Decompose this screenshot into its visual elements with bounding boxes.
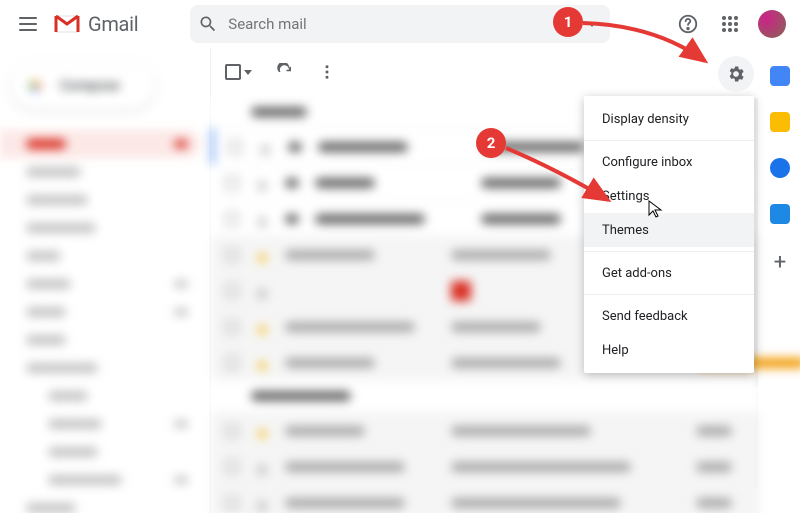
addon-app[interactable]: [770, 204, 790, 224]
menu-help[interactable]: Help: [584, 333, 754, 367]
search-options-icon[interactable]: [588, 22, 596, 27]
checkbox-icon: [225, 64, 241, 80]
message-list-panel: Display density Configure inbox Settings…: [210, 48, 760, 513]
apps-button[interactable]: [710, 4, 750, 44]
refresh-icon: [276, 63, 294, 81]
compose-button[interactable]: Compose: [10, 62, 155, 110]
menu-send-feedback[interactable]: Send feedback: [584, 299, 754, 333]
nav-item[interactable]: [0, 466, 200, 494]
nav-item-inbox[interactable]: [0, 130, 200, 158]
avatar-icon: [758, 10, 786, 38]
menu-configure-inbox[interactable]: Configure inbox: [584, 145, 754, 179]
message-row[interactable]: ☆: [211, 484, 760, 513]
more-vert-icon: [318, 63, 336, 81]
callout-2: 2: [476, 128, 506, 158]
menu-get-addons[interactable]: Get add-ons: [584, 256, 754, 290]
refresh-button[interactable]: [276, 63, 294, 81]
callout-1: 1: [553, 7, 583, 37]
gear-icon: [726, 64, 746, 84]
nav-item[interactable]: [0, 242, 200, 270]
menu-settings[interactable]: Settings: [584, 179, 754, 213]
help-icon: [677, 13, 699, 35]
menu-themes[interactable]: Themes: [584, 213, 754, 247]
nav-item[interactable]: [0, 186, 200, 214]
gmail-logo[interactable]: Gmail: [54, 12, 138, 36]
nav-item[interactable]: [0, 438, 200, 466]
search-icon: [198, 14, 218, 34]
menu-separator: [584, 251, 754, 252]
main-menu-button[interactable]: [8, 4, 48, 44]
add-app-button[interactable]: +: [774, 250, 786, 275]
hamburger-icon: [19, 17, 37, 31]
search-input[interactable]: [218, 15, 585, 33]
section-header: [211, 380, 760, 412]
account-avatar[interactable]: [752, 4, 792, 44]
header-right: [668, 4, 792, 44]
support-button[interactable]: [668, 4, 708, 44]
nav-item[interactable]: [0, 410, 200, 438]
left-sidebar: Compose: [0, 48, 210, 513]
menu-separator: [584, 294, 754, 295]
list-toolbar: [211, 48, 760, 96]
nav-item[interactable]: [0, 214, 200, 242]
apps-icon: [721, 15, 739, 33]
settings-button[interactable]: [718, 56, 754, 92]
tasks-app[interactable]: [770, 158, 790, 178]
cursor-icon: [648, 200, 664, 220]
nav-item[interactable]: [0, 158, 200, 186]
more-button[interactable]: [318, 63, 336, 81]
app-header: Gmail: [0, 0, 800, 48]
brand-text: Gmail: [88, 12, 138, 36]
calendar-app[interactable]: [770, 66, 790, 86]
nav-item[interactable]: [0, 326, 200, 354]
compose-icon: [24, 75, 46, 97]
right-rail: +: [760, 48, 800, 513]
select-all[interactable]: [225, 64, 252, 80]
nav-item[interactable]: [0, 298, 200, 326]
menu-separator: [584, 140, 754, 141]
compose-label: Compose: [60, 78, 120, 94]
nav-item[interactable]: [0, 270, 200, 298]
nav-item[interactable]: [0, 494, 200, 513]
chevron-down-icon: [244, 70, 252, 75]
message-row[interactable]: ★: [211, 412, 760, 448]
settings-menu: Display density Configure inbox Settings…: [584, 96, 754, 373]
gmail-icon: [54, 14, 80, 34]
search-bar[interactable]: [190, 5, 610, 43]
nav-item-categories[interactable]: [0, 354, 200, 382]
message-row[interactable]: ☆: [211, 448, 760, 484]
nav-item[interactable]: [0, 382, 200, 410]
folder-nav: [0, 130, 210, 513]
keep-app[interactable]: [770, 112, 790, 132]
main-panel: Display density Configure inbox Settings…: [210, 48, 800, 513]
menu-display-density[interactable]: Display density: [584, 102, 754, 136]
